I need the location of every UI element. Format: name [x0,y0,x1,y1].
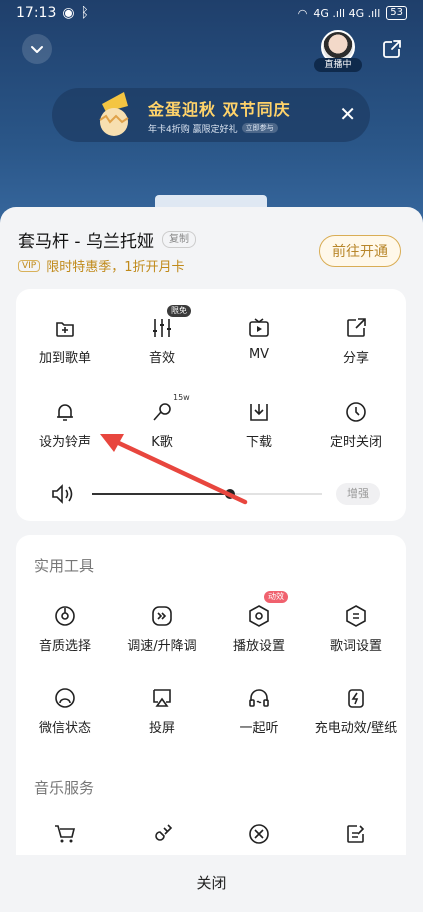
tool-charging-wallpaper[interactable]: 充电动效/壁纸 [308,685,404,736]
action-label: 分享 [342,351,369,366]
action-label: 定时关闭 [329,435,382,450]
listen-together-icon [246,685,272,711]
services-section-title: 音乐服务 [34,779,95,797]
bell-icon [52,399,78,425]
tool-label: 音质选择 [38,639,91,654]
actions-card: 加到歌单 限免 音效 MV 分享 设为铃声 15w K歌 下载 定时关闭 增强 [16,289,406,521]
tool-play-settings[interactable]: 动效 播放设置 [211,591,307,654]
action-download[interactable]: 下载 [211,399,307,450]
tool-cast[interactable]: 投屏 [114,685,210,736]
service-mall[interactable] [17,821,113,853]
download-icon [246,399,272,425]
volume-slider[interactable] [92,489,322,499]
tools-card: 实用工具 音质选择 调速/升降调 动效 播放设置 歌词设置 微信状态 投屏 一起… [16,535,406,865]
action-set-ringtone[interactable]: 设为铃声 [17,399,113,450]
volume-icon [52,484,73,504]
vip-promo[interactable]: VIP 限时特惠季，1折开月卡 [18,256,185,275]
add-to-playlist-icon [52,315,78,341]
action-label: 设为铃声 [38,435,91,450]
play-settings-icon: 动效 [246,591,288,629]
song-title: 套马杆 - 乌兰托娅 [18,232,154,252]
close-icon[interactable]: ✕ [339,102,356,126]
tool-label: 充电动效/壁纸 [314,721,398,736]
tool-label: 播放设置 [232,639,285,654]
service-feedback[interactable] [308,821,404,853]
edit-note-icon [343,821,369,847]
open-vip-button[interactable]: 前往开通 [319,235,401,267]
eye-icon: ◉ [62,5,75,21]
share-icon [383,40,401,58]
cast-icon [149,685,175,711]
golden-egg-icon [99,92,129,136]
tool-lyrics-settings[interactable]: 歌词设置 [308,603,404,654]
tool-label: 调速/升降调 [127,639,197,654]
service-theme[interactable] [114,821,210,853]
battery-icon: 53 [386,6,407,20]
wifi-icon: ◠ [297,6,308,20]
free-badge: 限免 [167,305,191,317]
banner-title: 金蛋迎秋 双节同庆 [148,99,291,119]
wechat-status-icon [52,685,78,711]
signal-icon: 4G .ıll 4G .ıll [313,6,381,20]
song-header: 套马杆 - 乌兰托娅 复制 [18,227,196,252]
banner-subtitle: 年卡4折购 赢限定好礼 [148,124,238,135]
status-time: 17:13 [16,5,57,21]
tools-section-title: 实用工具 [34,557,95,575]
collapse-button[interactable] [22,34,52,64]
x-circle-icon [246,821,272,847]
action-label: 下载 [245,435,272,450]
bluetooth-icon: ᛒ [80,5,89,21]
share-icon [343,315,369,341]
vip-promo-text: 限时特惠季，1折开月卡 [46,260,185,275]
action-label: K歌 [151,435,173,450]
banner-cta[interactable]: 立即参与 [241,123,278,133]
volume-knob[interactable] [225,489,235,499]
action-label: MV [248,347,270,362]
action-label: 音效 [148,351,175,366]
guitar-icon [149,821,175,847]
mv-icon [246,315,272,341]
action-sleep-timer[interactable]: 定时关闭 [308,399,404,450]
action-share[interactable]: 分享 [308,315,404,366]
live-badge: 直播中 [314,58,362,72]
chevron-down-icon [31,46,43,53]
clock-icon [343,399,369,425]
tool-listen-together[interactable]: 一起听 [211,685,307,736]
tool-label: 一起听 [239,721,279,736]
volume-row: 增强 [50,483,380,505]
share-top-button[interactable] [377,34,407,64]
action-sound-effect[interactable]: 限免 音效 [114,305,210,366]
quality-icon [52,603,78,629]
status-bar: 17:13 ◉ ᛒ ◠ 4G .ıll 4G .ıll 53 [0,0,423,26]
close-sheet-button[interactable]: 关闭 [0,855,423,912]
action-add-to-playlist[interactable]: 加到歌单 [17,315,113,366]
action-karaoke[interactable]: 15w K歌 [114,393,210,450]
copy-button[interactable]: 复制 [161,231,196,248]
action-mv[interactable]: MV [211,315,307,362]
charging-icon [343,685,369,711]
speed-icon [149,603,175,629]
tool-wechat-status[interactable]: 微信状态 [17,685,113,736]
action-label: 加到歌单 [38,351,91,366]
karaoke-count-badge: 15w [173,393,190,402]
tool-quality[interactable]: 音质选择 [17,603,113,654]
tool-label: 歌词设置 [329,639,382,654]
volume-boost-button[interactable]: 增强 [336,483,380,505]
lyrics-icon [343,603,369,629]
shopping-cart-icon [52,821,78,847]
dynamic-badge: 动效 [264,591,288,603]
tool-label: 投屏 [148,721,175,736]
vip-badge: VIP [18,259,41,272]
live-avatar[interactable]: 直播中 [314,30,362,72]
sound-effect-icon: 限免 [149,305,191,341]
tool-label: 微信状态 [38,721,91,736]
more-options-sheet: 套马杆 - 乌兰托娅 复制 VIP 限时特惠季，1折开月卡 前往开通 加到歌单 … [0,207,423,912]
volume-fill [92,493,230,495]
karaoke-mic-icon: 15w [149,393,190,425]
service-block[interactable] [211,821,307,853]
tool-speed-pitch[interactable]: 调速/升降调 [114,603,210,654]
promo-banner[interactable]: 金蛋迎秋 双节同庆 年卡4折购 赢限定好礼 立即参与 ✕ [52,88,370,142]
